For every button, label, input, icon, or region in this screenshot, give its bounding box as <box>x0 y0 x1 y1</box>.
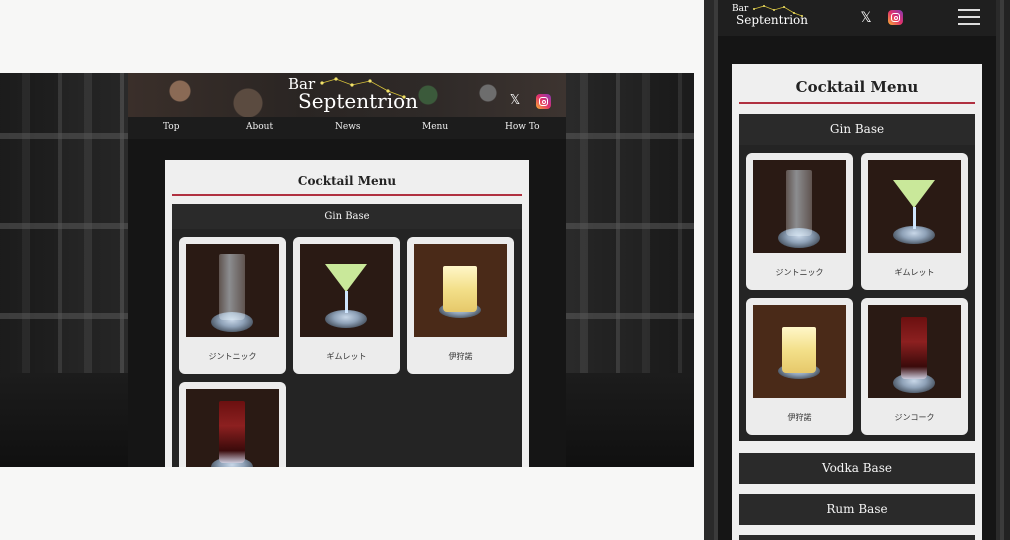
x-logo-icon[interactable]: 𝕏 <box>508 94 522 108</box>
main-nav: Top About News Menu How To <box>128 117 566 139</box>
cocktail-name: 伊狩諾 <box>448 352 473 361</box>
nav-news[interactable]: News <box>335 122 361 132</box>
mobile-page: Bar Septentrion 𝕏 Cocktail Menu Gin Base… <box>718 0 996 540</box>
section-vodka-base-header[interactable]: Vodka Base <box>739 453 975 484</box>
cocktail-photo <box>753 305 846 398</box>
section-next-header[interactable] <box>739 535 975 540</box>
nav-about[interactable]: About <box>246 122 273 132</box>
cocktail-photo <box>753 160 846 253</box>
mobile-preview: Bar Septentrion 𝕏 Cocktail Menu Gin Base… <box>704 0 1010 540</box>
site-header: Bar Septentrion 𝕏 <box>128 73 566 117</box>
menu-title: Cocktail Menu <box>795 78 919 96</box>
cocktail-item[interactable]: ギムレット <box>293 237 400 374</box>
x-logo-icon[interactable]: 𝕏 <box>858 10 874 26</box>
cocktail-photo <box>300 244 393 337</box>
cocktail-menu-card: Cocktail Menu Gin Base ジントニック <box>165 160 529 467</box>
section-gin-base-header[interactable]: Gin Base <box>739 114 975 145</box>
cocktail-item[interactable]: ジンコーク <box>861 298 968 435</box>
nav-top[interactable]: Top <box>163 122 179 132</box>
section-gin-base-header[interactable]: Gin Base <box>172 204 522 229</box>
instagram-icon[interactable] <box>888 10 903 25</box>
constellation-icon <box>320 77 406 99</box>
cocktail-photo <box>868 160 961 253</box>
cocktail-name: ギムレット <box>326 352 367 361</box>
cocktail-name: ジンコーク <box>894 413 935 422</box>
cocktail-item[interactable]: ギムレット <box>861 153 968 290</box>
cocktail-name: ギムレット <box>894 268 935 277</box>
title-underline <box>739 102 975 104</box>
cocktail-item[interactable] <box>179 382 286 467</box>
cocktail-name: ジントニック <box>208 352 257 361</box>
instagram-icon[interactable] <box>536 94 551 109</box>
mobile-header: Bar Septentrion 𝕏 <box>718 0 996 36</box>
cocktail-photo <box>414 244 507 337</box>
desktop-page: Bar Septentrion 𝕏 Top About News Menu Ho… <box>128 73 566 467</box>
cocktail-photo <box>868 305 961 398</box>
cocktail-name: ジントニック <box>775 268 824 277</box>
title-underline <box>172 194 522 196</box>
cocktail-item[interactable]: 伊狩諾 <box>746 298 853 435</box>
cocktail-item[interactable]: ジントニック <box>746 153 853 290</box>
gin-base-grid: ジントニック ギムレット 伊狩諾 <box>739 145 975 441</box>
desktop-preview: Bar Septentrion 𝕏 Top About News Menu Ho… <box>0 73 694 467</box>
cocktail-item[interactable]: ジントニック <box>179 237 286 374</box>
constellation-icon <box>753 5 803 17</box>
nav-menu[interactable]: Menu <box>422 122 448 132</box>
hamburger-menu-icon[interactable] <box>958 9 980 27</box>
menu-title: Cocktail Menu <box>297 174 397 188</box>
cocktail-photo <box>186 389 279 467</box>
cocktail-menu-card: Cocktail Menu Gin Base ジントニック <box>732 64 982 540</box>
cocktail-item[interactable]: 伊狩諾 <box>407 237 514 374</box>
cocktail-photo <box>186 244 279 337</box>
nav-howto[interactable]: How To <box>505 122 540 132</box>
section-rum-base-header[interactable]: Rum Base <box>739 494 975 525</box>
cocktail-name: 伊狩諾 <box>787 413 812 422</box>
gin-base-grid: ジントニック ギムレット 伊狩諾 <box>172 229 522 467</box>
